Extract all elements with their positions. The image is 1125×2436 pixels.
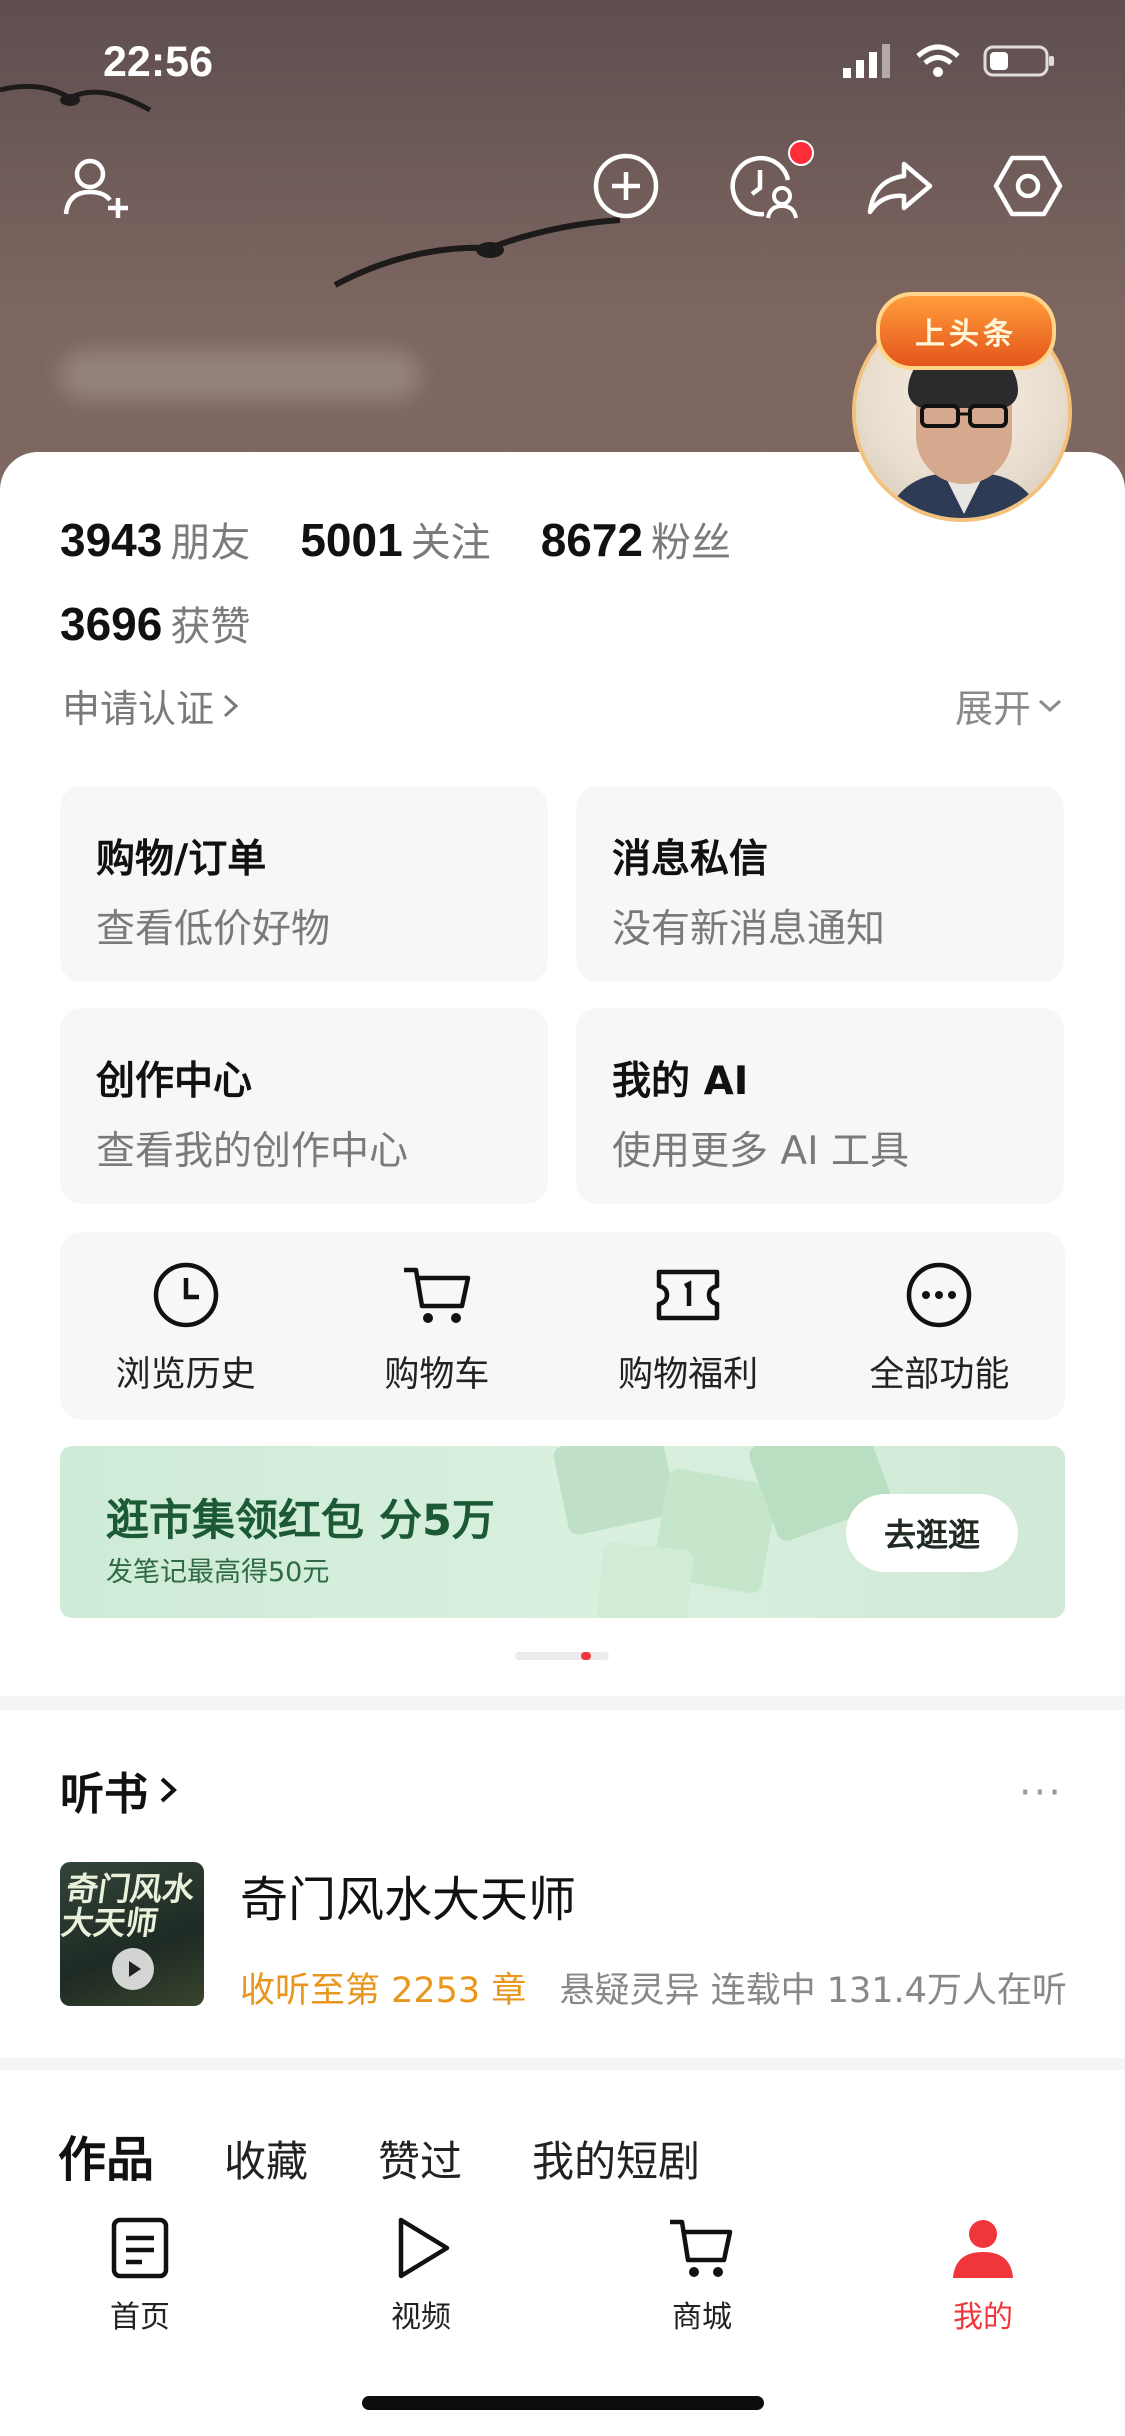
bird-decoration <box>333 217 621 288</box>
stat-label: 粉丝 <box>651 520 732 566</box>
play-icon[interactable] <box>112 1948 154 1990</box>
visitor-icon[interactable] <box>728 150 800 222</box>
tile-creator-center[interactable]: 创作中心 查看我的创作中心 <box>60 1008 548 1204</box>
tile-subtitle: 查看低价好物 <box>96 907 331 952</box>
nav-label: 我的 <box>953 2300 1013 2335</box>
tool-cart[interactable]: 购物车 <box>311 1232 562 1420</box>
tool-all-features[interactable]: 全部功能 <box>814 1232 1065 1420</box>
battery-icon <box>983 45 1054 77</box>
cover-text-line: 奇门风水 <box>63 1870 198 1908</box>
stat-following[interactable]: 5001 关注 <box>300 510 490 568</box>
banner-decoration <box>596 1541 694 1618</box>
tool-history[interactable]: 浏览历史 <box>60 1232 311 1420</box>
divider <box>0 1696 1125 1710</box>
chevron-down-icon <box>1038 699 1062 712</box>
nav-mall[interactable]: 商城 <box>612 2214 792 2336</box>
cover-text-line: 大天师 <box>60 1904 161 1942</box>
signal-icon <box>843 44 890 78</box>
tile-my-ai[interactable]: 我的 AI 使用更多 AI 工具 <box>576 1008 1064 1204</box>
glasses-decoration <box>920 404 1008 428</box>
divider <box>0 2058 1125 2070</box>
status-icons <box>843 44 1055 78</box>
tool-label: 浏览历史 <box>115 1355 256 1395</box>
more-options-icon[interactable]: ··· <box>1019 1770 1063 1816</box>
nav-me[interactable]: 我的 <box>893 2214 1073 2336</box>
cover-title-art: 奇门风水 大天师 <box>60 1870 198 1942</box>
nav-home[interactable]: 首页 <box>50 2214 230 2336</box>
more-icon <box>907 1262 972 1328</box>
banner-subtitle: 发笔记最高得50元 <box>106 1557 330 1588</box>
chevron-right-icon <box>160 1777 177 1803</box>
cart-icon <box>403 1267 471 1323</box>
share-icon[interactable] <box>864 150 936 222</box>
stat-likes[interactable]: 3696 获赞 <box>60 594 250 652</box>
content-tabs: 作品 收藏 赞过 我的短剧 <box>58 2120 700 2190</box>
mall-cart-icon <box>670 2219 733 2277</box>
tab-my-short-dramas[interactable]: 我的短剧 <box>532 2128 700 2189</box>
quick-tools: 浏览历史 购物车 购物福利 全部功能 <box>60 1232 1065 1420</box>
clock-icon <box>153 1262 218 1328</box>
video-play-icon <box>398 2217 450 2279</box>
stat-friends[interactable]: 3943 朋友 <box>60 510 250 568</box>
wifi-icon <box>916 44 960 77</box>
verify-label: 申请认证 <box>62 687 215 731</box>
stat-number: 5001 <box>300 514 403 566</box>
verify-link[interactable]: 申请认证 <box>62 678 240 733</box>
carousel-indicator <box>515 1652 609 1660</box>
stat-followers[interactable]: 8672 粉丝 <box>541 510 731 568</box>
chevron-right-icon <box>224 694 239 717</box>
tool-shopping-benefits[interactable]: 购物福利 <box>563 1232 814 1420</box>
tile-title: 消息私信 <box>612 837 769 882</box>
status-time: 22:56 <box>103 38 213 86</box>
section-title-text: 听书 <box>60 1769 148 1820</box>
blurred-name <box>60 350 420 400</box>
add-friend-icon[interactable] <box>60 150 132 222</box>
banner-go-button[interactable]: 去逛逛 <box>846 1494 1018 1572</box>
book-meta: 收听至第 2253 章 悬疑灵异 连载中 131.4万人在听 <box>240 1962 1067 2013</box>
tool-label: 购物车 <box>384 1355 490 1395</box>
stat-label: 获赞 <box>170 604 251 650</box>
profile-icon <box>953 2220 1013 2278</box>
headline-badge: 上头条 <box>876 292 1056 370</box>
tile-subtitle: 查看我的创作中心 <box>96 1129 409 1174</box>
tile-shopping-orders[interactable]: 购物/订单 查看低价好物 <box>60 786 548 982</box>
nav-video[interactable]: 视频 <box>331 2214 511 2336</box>
expand-button[interactable]: 展开 <box>955 678 1063 733</box>
stat-label: 关注 <box>410 520 491 566</box>
banner-title: 逛市集领红包 分5万 <box>106 1496 495 1546</box>
tile-title: 购物/订单 <box>96 837 267 882</box>
listen-progress: 收听至第 2253 章 <box>240 1971 527 2011</box>
stat-number: 3943 <box>60 514 163 566</box>
banner-decoration <box>551 1446 679 1537</box>
tile-messages[interactable]: 消息私信 没有新消息通知 <box>576 786 1064 982</box>
audiobook-section-title[interactable]: 听书 <box>60 1758 180 1822</box>
book-title[interactable]: 奇门风水大天师 <box>240 1860 576 1930</box>
tool-label: 购物福利 <box>618 1355 759 1395</box>
book-cover[interactable]: 奇门风水 大天师 <box>60 1862 204 2006</box>
promo-banner[interactable]: 逛市集领红包 分5万 发笔记最高得50元 去逛逛 <box>60 1446 1065 1618</box>
add-icon[interactable] <box>590 150 662 222</box>
tile-title: 我的 AI <box>612 1059 749 1104</box>
home-doc-icon <box>111 2217 169 2279</box>
tab-works[interactable]: 作品 <box>58 2120 154 2190</box>
stat-label: 朋友 <box>170 520 251 566</box>
home-indicator <box>362 2396 764 2410</box>
nav-label: 视频 <box>391 2300 451 2335</box>
coupon-icon <box>656 1269 720 1321</box>
tool-label: 全部功能 <box>869 1355 1010 1395</box>
tile-title: 创作中心 <box>96 1059 253 1104</box>
tab-favorites[interactable]: 收藏 <box>224 2128 308 2189</box>
book-info: 悬疑灵异 连载中 131.4万人在听 <box>559 1971 1067 2011</box>
settings-icon[interactable] <box>992 150 1064 222</box>
stat-number: 8672 <box>540 514 644 566</box>
stats-row: 3943 朋友 5001 关注 8672 粉丝 <box>60 510 731 568</box>
nav-label: 首页 <box>110 2300 170 2335</box>
tab-liked[interactable]: 赞过 <box>378 2128 462 2189</box>
tile-subtitle: 没有新消息通知 <box>612 907 886 952</box>
notification-dot <box>788 140 814 166</box>
stat-number: 3696 <box>60 598 163 650</box>
nav-label: 商城 <box>672 2300 732 2335</box>
tile-subtitle: 使用更多 AI 工具 <box>612 1129 909 1174</box>
expand-label: 展开 <box>954 687 1031 731</box>
